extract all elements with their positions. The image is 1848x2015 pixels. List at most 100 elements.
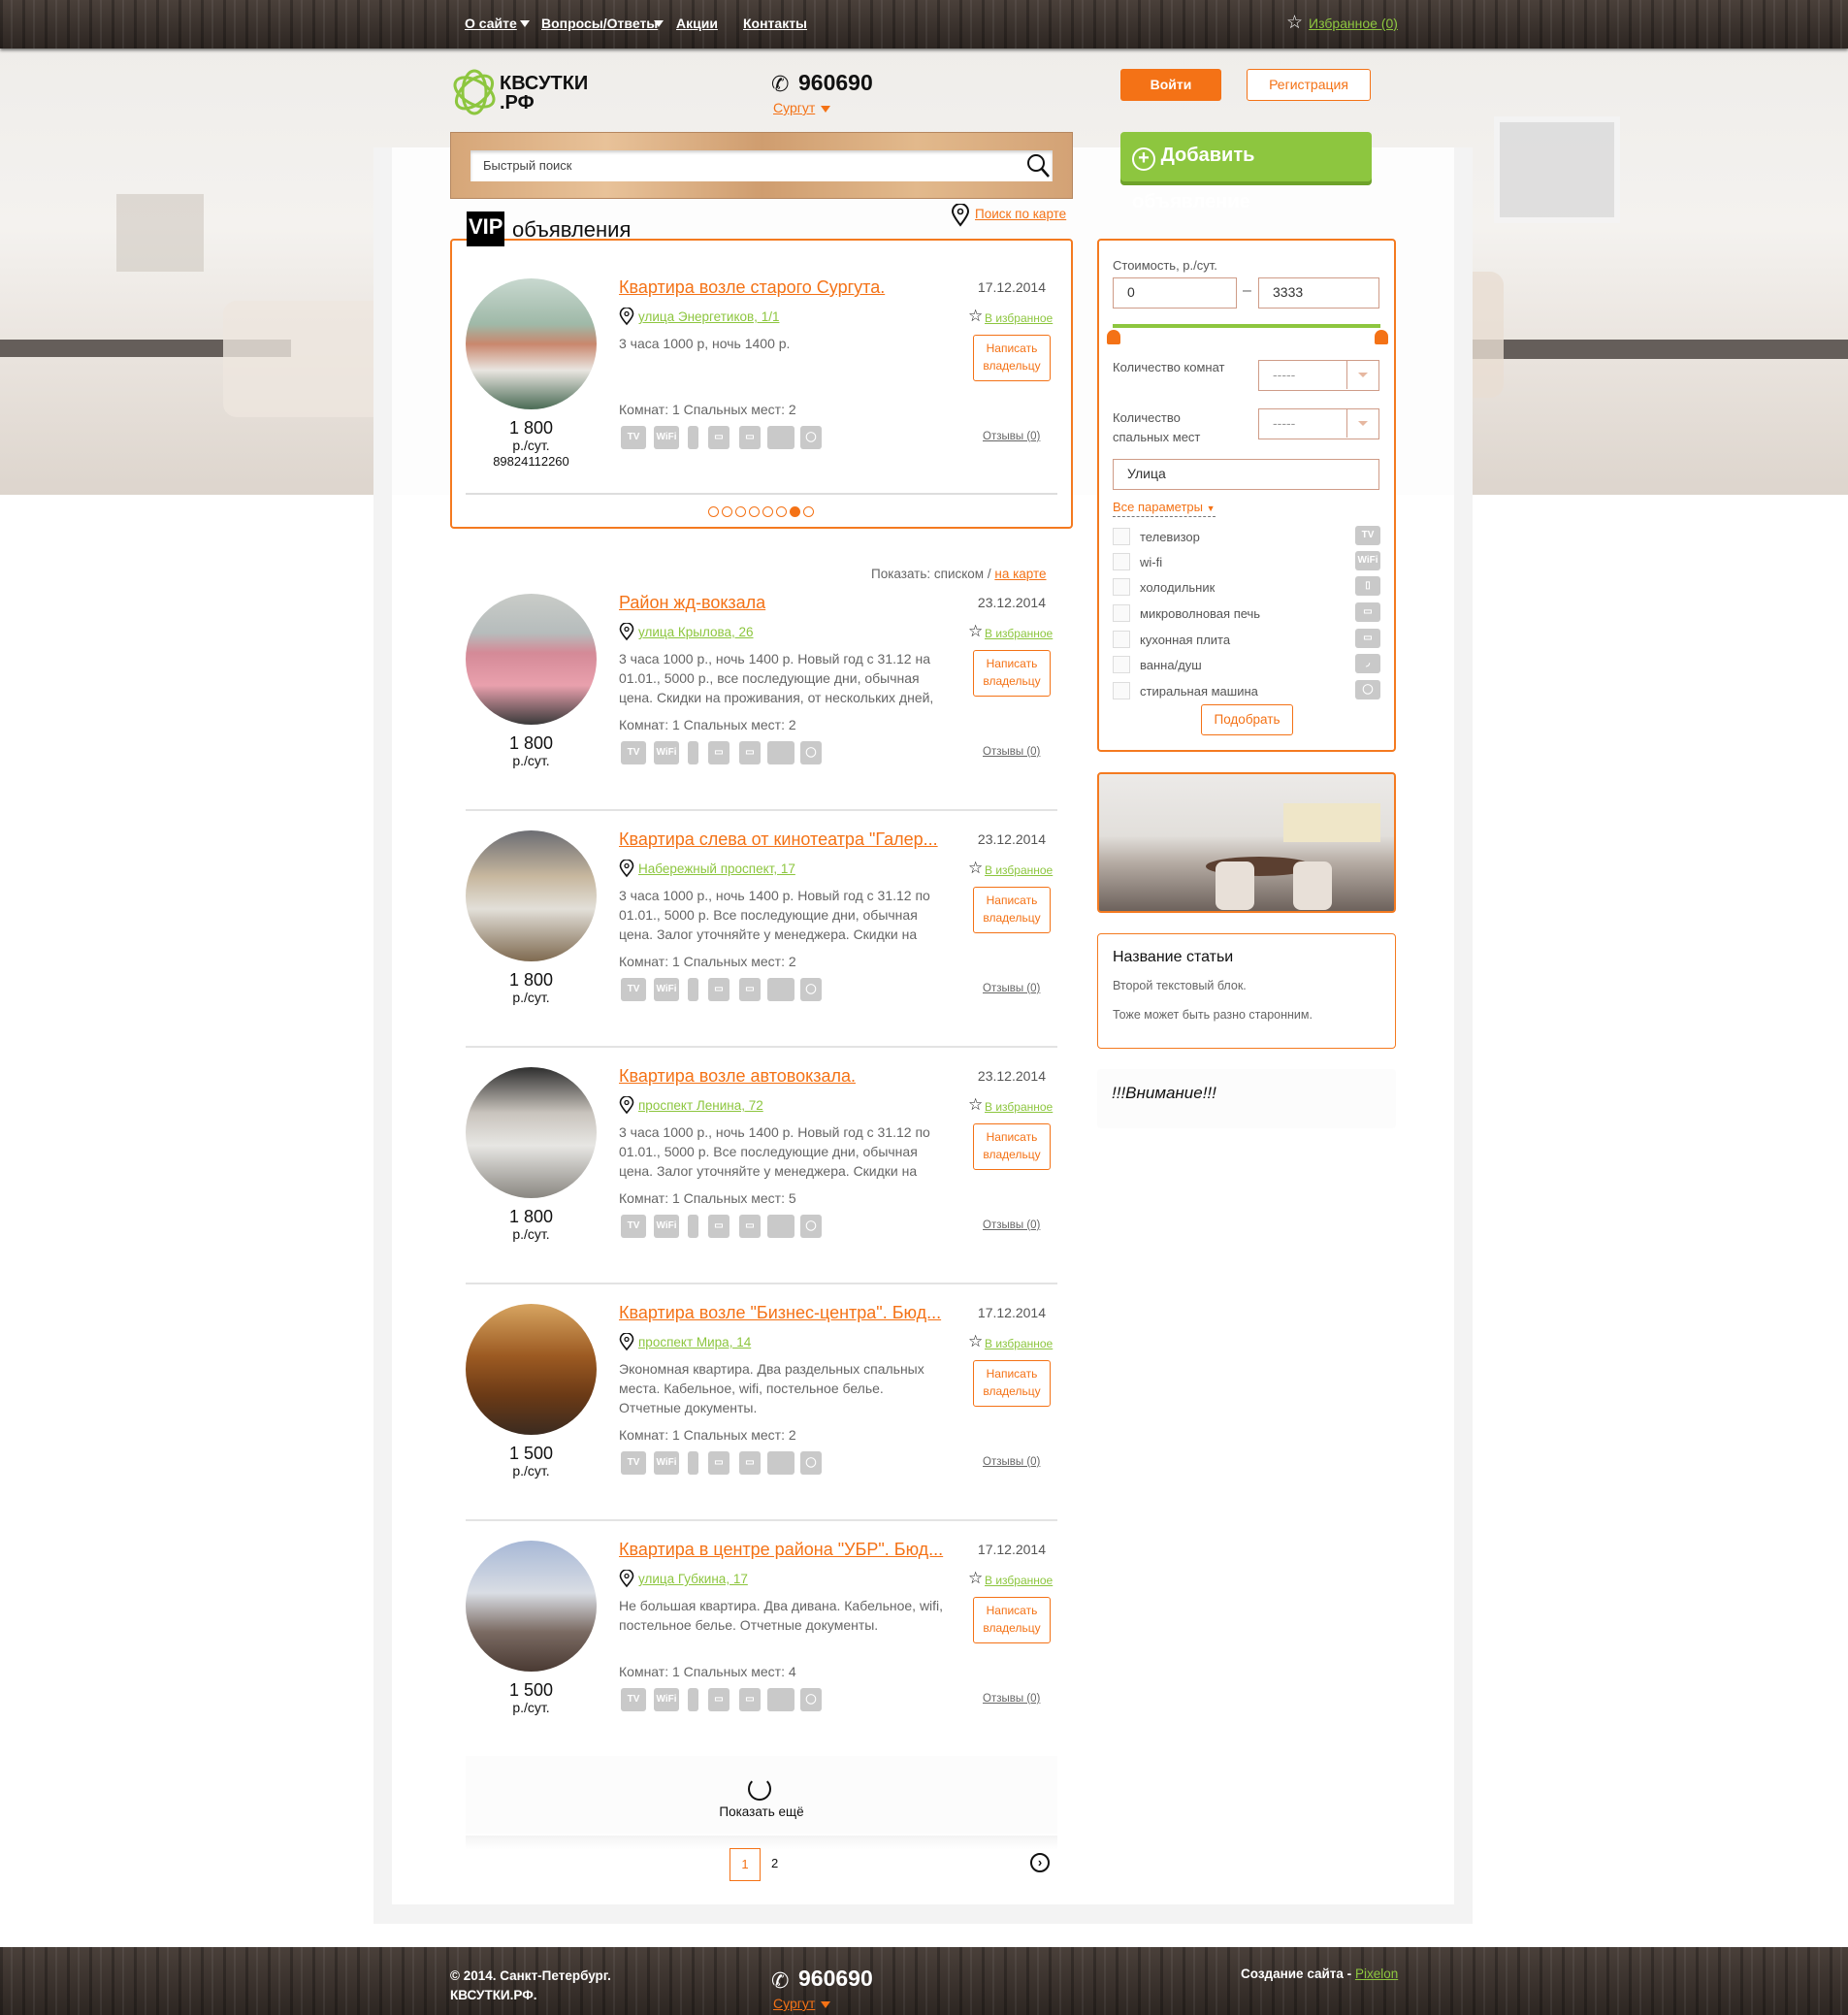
write-owner-button[interactable]: Написать владельцу xyxy=(973,1597,1051,1643)
listing-address[interactable]: улица Энергетиков, 1/1 xyxy=(638,309,779,324)
star-icon[interactable]: ☆ xyxy=(968,859,983,878)
filter-submit-button[interactable]: Подобрать xyxy=(1201,704,1293,735)
carousel-dot[interactable] xyxy=(776,506,787,517)
article-title[interactable]: Название статьи xyxy=(1113,949,1233,966)
add-to-favorites-link[interactable]: В избранное xyxy=(985,1337,1053,1350)
checkbox[interactable] xyxy=(1113,682,1130,699)
map-search-link[interactable]: Поиск по карте xyxy=(975,207,1066,221)
price-max-input[interactable]: 3333 xyxy=(1258,277,1379,309)
listing-title[interactable]: Квартира слева от кинотеатра "Галер... xyxy=(619,829,938,850)
checkbox[interactable] xyxy=(1113,631,1130,648)
nav-about[interactable]: О сайте xyxy=(465,16,517,31)
chevron-down-icon[interactable] xyxy=(821,106,830,113)
page-1[interactable]: 1 xyxy=(729,1848,761,1881)
reviews-link[interactable]: Отзывы (0) xyxy=(983,1219,1040,1231)
price-slider-track[interactable] xyxy=(1113,324,1380,328)
listing-photo[interactable] xyxy=(466,278,597,409)
logo-icon[interactable] xyxy=(450,68,499,116)
checkbox[interactable] xyxy=(1113,656,1130,673)
write-owner-button[interactable]: Написать владельцу xyxy=(973,887,1051,933)
chevron-down-icon[interactable] xyxy=(520,20,530,27)
reviews-link[interactable]: Отзывы (0) xyxy=(983,431,1040,442)
listing-title[interactable]: Квартира возле старого Сургута. xyxy=(619,277,885,298)
add-to-favorites-link[interactable]: В избранное xyxy=(985,1574,1053,1587)
star-icon[interactable]: ☆ xyxy=(968,622,983,641)
add-listing-button[interactable]: + Добавить объявление xyxy=(1120,132,1372,212)
write-owner-button[interactable]: Написать владельцу xyxy=(973,1123,1051,1170)
checkbox[interactable] xyxy=(1113,578,1130,596)
chevron-down-icon[interactable] xyxy=(1346,361,1378,389)
view-list-label[interactable]: Показать: списком / xyxy=(871,567,991,581)
checkbox[interactable] xyxy=(1113,528,1130,545)
amenity-filter-option[interactable]: микроволновая печь ▭ xyxy=(1113,602,1380,624)
amenity-filter-option[interactable]: кухонная плита ▭ xyxy=(1113,629,1380,650)
carousel-dot[interactable] xyxy=(708,506,719,517)
listing-photo[interactable] xyxy=(466,1541,597,1672)
chevron-down-icon[interactable] xyxy=(1346,409,1378,438)
write-owner-button[interactable]: Написать владельцу xyxy=(973,650,1051,697)
amenity-filter-option[interactable]: телевизор TV xyxy=(1113,526,1380,547)
star-icon[interactable]: ☆ xyxy=(968,1095,983,1115)
city-selector[interactable]: Сургут xyxy=(773,100,815,115)
street-input[interactable]: Улица xyxy=(1113,459,1379,490)
ad-interior-image[interactable] xyxy=(1097,772,1396,913)
nav-promotions[interactable]: Акции xyxy=(676,16,718,31)
view-map-link[interactable]: на карте xyxy=(994,567,1046,581)
nav-contacts[interactable]: Контакты xyxy=(743,16,807,31)
listing-title[interactable]: Район жд-вокзала xyxy=(619,593,765,613)
beds-select[interactable]: ----- xyxy=(1258,408,1379,439)
listing-photo[interactable] xyxy=(466,594,597,725)
listing-photo[interactable] xyxy=(466,1304,597,1435)
favorites-link[interactable]: Избранное (0) xyxy=(1309,16,1398,31)
checkbox[interactable] xyxy=(1113,604,1130,622)
chevron-down-icon[interactable] xyxy=(821,2001,830,2008)
add-to-favorites-link[interactable]: В избранное xyxy=(985,627,1053,640)
listing-title[interactable]: Квартира возле автовокзала. xyxy=(619,1066,856,1087)
carousel-dot[interactable] xyxy=(749,506,760,517)
listing-photo[interactable] xyxy=(466,1067,597,1198)
price-slider-max-handle[interactable] xyxy=(1375,330,1388,344)
reviews-link[interactable]: Отзывы (0) xyxy=(983,1693,1040,1705)
login-button[interactable]: Войти xyxy=(1120,69,1221,101)
amenity-filter-option[interactable]: ванна/душ ◞ xyxy=(1113,654,1380,675)
rooms-select[interactable]: ----- xyxy=(1258,360,1379,391)
carousel-dot[interactable] xyxy=(762,506,773,517)
next-page-icon[interactable]: › xyxy=(1030,1853,1050,1872)
listing-address[interactable]: проспект Мира, 14 xyxy=(638,1335,751,1349)
checkbox[interactable] xyxy=(1113,553,1130,570)
refresh-icon[interactable] xyxy=(748,1777,771,1801)
add-to-favorites-link[interactable]: В избранное xyxy=(985,1100,1053,1114)
price-slider-min-handle[interactable] xyxy=(1107,330,1120,344)
reviews-link[interactable]: Отзывы (0) xyxy=(983,1456,1040,1468)
chevron-down-icon[interactable] xyxy=(654,20,664,27)
search-icon[interactable] xyxy=(1025,152,1051,184)
search-input[interactable]: Быстрый поиск xyxy=(470,150,1053,181)
carousel-dot[interactable] xyxy=(803,506,814,517)
listing-address[interactable]: улица Губкина, 17 xyxy=(638,1572,748,1586)
add-to-favorites-link[interactable]: В избранное xyxy=(985,863,1053,877)
price-min-input[interactable]: 0 xyxy=(1113,277,1237,309)
write-owner-button[interactable]: Написать владельцу xyxy=(973,1360,1051,1407)
write-owner-button[interactable]: Написать владельцу xyxy=(973,335,1051,381)
amenity-filter-option[interactable]: wi-fi WiFi xyxy=(1113,551,1380,572)
listing-title[interactable]: Квартира возле "Бизнес-центра". Бюд... xyxy=(619,1303,941,1323)
register-button[interactable]: Регистрация xyxy=(1247,69,1371,101)
carousel-dot[interactable] xyxy=(722,506,732,517)
star-icon[interactable]: ☆ xyxy=(968,1569,983,1588)
listing-address[interactable]: Набережный проспект, 17 xyxy=(638,861,795,876)
listing-photo[interactable] xyxy=(466,830,597,961)
star-icon[interactable]: ☆ xyxy=(968,1332,983,1351)
nav-faq[interactable]: Вопросы/Ответы xyxy=(541,16,658,31)
amenity-filter-option[interactable]: стиральная машина ◯ xyxy=(1113,680,1380,701)
logo-text[interactable]: КВСУТКИ .РФ xyxy=(500,74,588,113)
listing-address[interactable]: улица Крылова, 26 xyxy=(638,625,754,639)
reviews-link[interactable]: Отзывы (0) xyxy=(983,983,1040,994)
add-to-favorites-link[interactable]: В избранное xyxy=(985,311,1053,325)
carousel-dot[interactable] xyxy=(790,506,800,517)
footer-city-selector[interactable]: Сургут xyxy=(773,1996,815,2011)
show-more-button[interactable]: Показать ещё xyxy=(679,1804,844,1819)
reviews-link[interactable]: Отзывы (0) xyxy=(983,746,1040,758)
all-params-toggle[interactable]: Все параметры ▼ xyxy=(1113,500,1216,517)
listing-address[interactable]: проспект Ленина, 72 xyxy=(638,1098,763,1113)
amenity-filter-option[interactable]: холодильник ▯ xyxy=(1113,576,1380,598)
